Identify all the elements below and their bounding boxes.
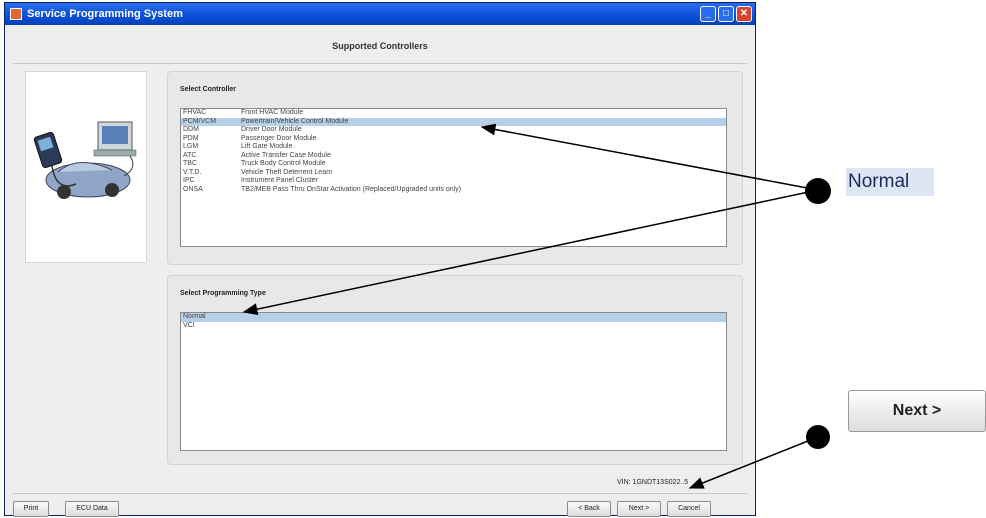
arrow-to-controller xyxy=(480,123,819,191)
arrow-to-next xyxy=(688,436,819,489)
arrow-to-normal xyxy=(242,189,819,316)
callout-dot xyxy=(806,425,830,449)
callout-dot xyxy=(805,178,831,204)
annotation-layer xyxy=(242,123,819,489)
next-callout: Next > xyxy=(848,390,986,432)
normal-callout: Normal xyxy=(846,168,934,196)
